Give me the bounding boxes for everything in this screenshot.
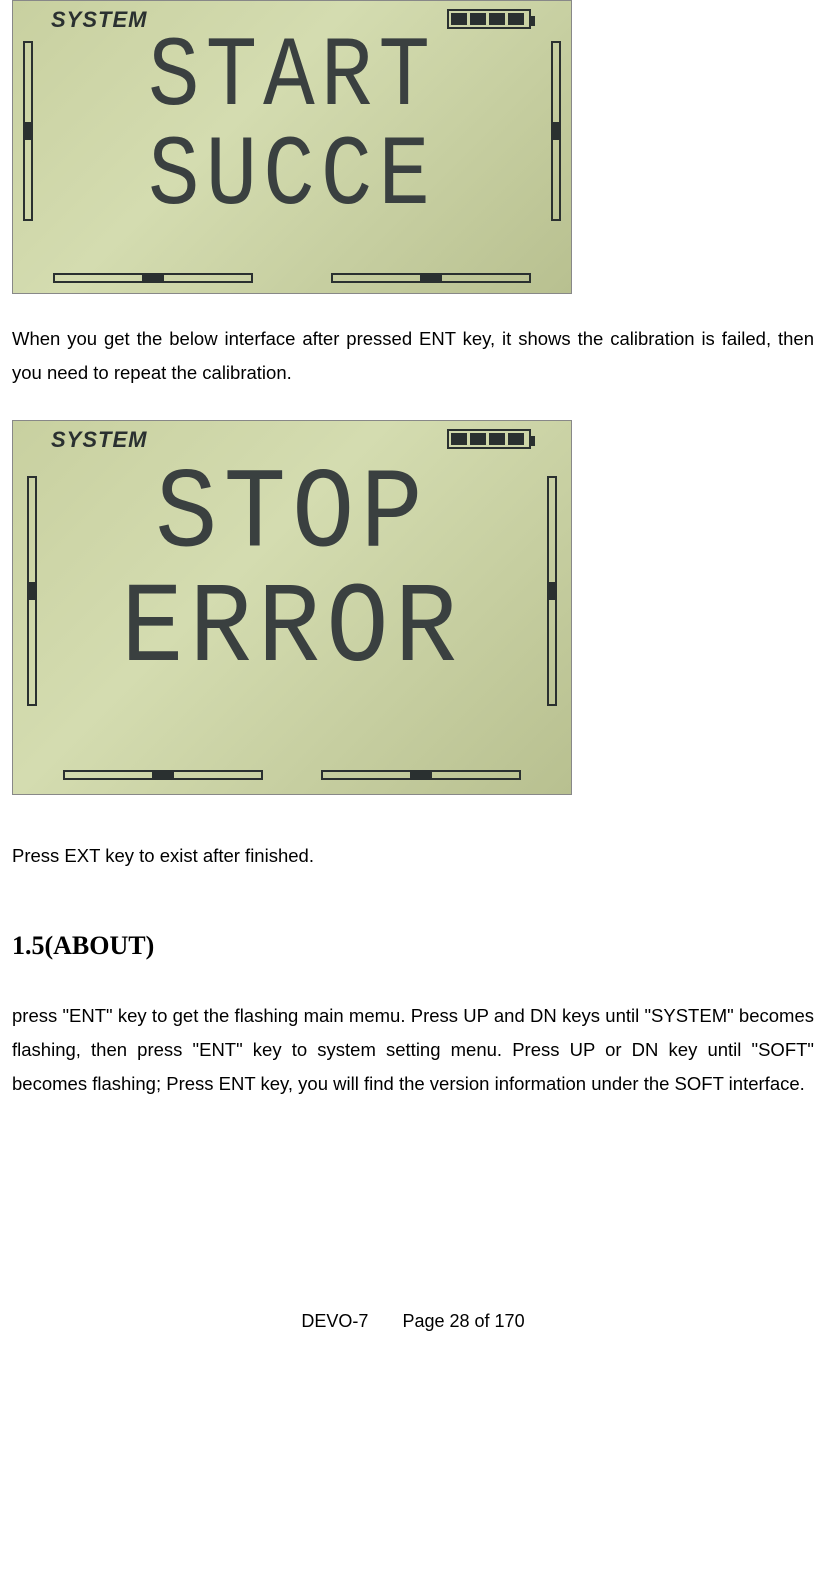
trim-right-icon — [551, 41, 561, 221]
paragraph-exit: Press EXT key to exist after finished. — [12, 839, 814, 873]
section-heading-about: 1.5(ABOUT) — [12, 931, 814, 961]
trim-bottom-right-icon — [331, 273, 531, 283]
lcd-line2: SUCCE — [148, 120, 436, 233]
trim-bottom-left-icon — [53, 273, 253, 283]
trim-bottom-left-icon — [63, 770, 263, 780]
lcd-line2: ERROR — [121, 565, 463, 695]
lcd-message: START SUCCE — [63, 28, 521, 226]
trim-left-icon — [23, 41, 33, 221]
trim-right-icon — [547, 476, 557, 706]
lcd-screenshot-error: SYSTEM STOP ERROR — [12, 420, 572, 795]
spacer — [12, 1101, 814, 1311]
trim-bottom-right-icon — [321, 770, 521, 780]
trim-left-icon — [27, 476, 37, 706]
page-content: SYSTEM START SUCCE When you get the belo… — [12, 0, 814, 1342]
lcd-screenshot-success: SYSTEM START SUCCE — [12, 0, 572, 294]
page-footer: DEVO-7 Page 28 of 170 — [12, 1311, 814, 1342]
footer-page: Page 28 of 170 — [402, 1311, 524, 1331]
lcd-title: SYSTEM — [51, 427, 147, 453]
battery-icon — [447, 9, 531, 29]
paragraph-calibration-failed: When you get the below interface after p… — [12, 322, 814, 390]
lcd-line1: START — [148, 21, 436, 134]
lcd-line1: STOP — [155, 451, 429, 581]
battery-icon — [447, 429, 531, 449]
lcd-message: STOP ERROR — [63, 459, 521, 688]
footer-device: DEVO-7 — [301, 1311, 368, 1331]
paragraph-about-instructions: press "ENT" key to get the flashing main… — [12, 999, 814, 1101]
